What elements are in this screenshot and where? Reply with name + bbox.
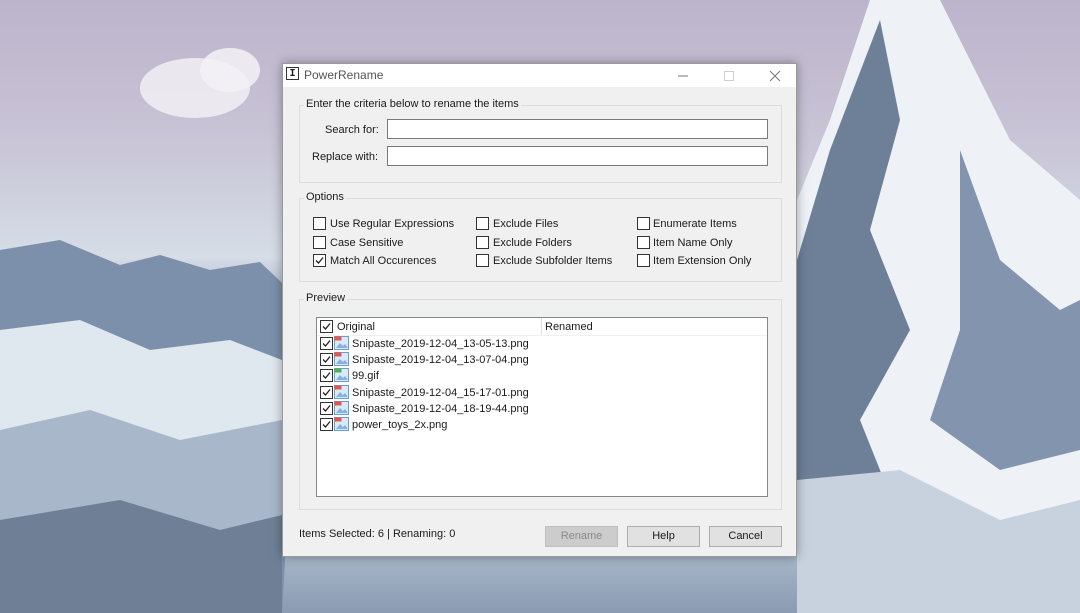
case-sensitive-label: Case Sensitive <box>330 237 404 249</box>
file-name: Snipaste_2019-12-04_18-19-44.png <box>352 403 529 415</box>
file-checkbox[interactable] <box>320 337 333 350</box>
minimize-icon <box>678 75 688 77</box>
file-name: power_toys_2x.png <box>352 419 448 431</box>
enumerate-items-checkbox[interactable] <box>637 217 650 230</box>
image-file-icon <box>334 336 349 350</box>
column-separator <box>541 318 542 335</box>
file-name: 99.gif <box>352 370 379 382</box>
status-text: Items Selected: 6 | Renaming: 0 <box>299 528 456 540</box>
file-checkbox[interactable] <box>320 369 333 382</box>
window-title: PowerRename <box>304 68 384 82</box>
file-name: Snipaste_2019-12-04_15-17-01.png <box>352 387 529 399</box>
close-icon <box>769 70 781 82</box>
maximize-button[interactable] <box>706 64 752 87</box>
item-name-only-label: Item Name Only <box>653 237 733 249</box>
file-name: Snipaste_2019-12-04_13-05-13.png <box>352 338 529 350</box>
file-checkbox[interactable] <box>320 386 333 399</box>
powerrename-window: I PowerRename Enter the criteria below t… <box>282 63 797 557</box>
column-header-original[interactable]: Original <box>337 321 375 333</box>
checkmark-icon <box>322 405 331 412</box>
maximize-icon <box>724 71 734 81</box>
replace-label: Replace with: <box>312 151 379 163</box>
close-button[interactable] <box>752 64 798 87</box>
item-name-only-checkbox[interactable] <box>637 236 650 249</box>
preview-group-label: Preview <box>304 292 348 304</box>
file-checkbox[interactable] <box>320 353 333 366</box>
match-all-label: Match All Occurences <box>330 255 437 267</box>
exclude-folders-checkbox[interactable] <box>476 236 489 249</box>
checkmark-icon <box>322 323 331 330</box>
app-icon: I <box>286 67 299 80</box>
image-file-icon <box>334 417 349 431</box>
criteria-group: Enter the criteria below to rename the i… <box>299 98 782 183</box>
preview-list[interactable]: Original Renamed Snipaste_2019-12-04_13-… <box>316 317 768 497</box>
options-group: Options Use Regular Expressions Case Sen… <box>299 191 782 282</box>
image-file-icon <box>334 401 349 415</box>
exclude-subfolder-label: Exclude Subfolder Items <box>493 255 613 267</box>
image-file-icon <box>334 385 349 399</box>
match-all-checkbox[interactable] <box>313 254 326 267</box>
cancel-button[interactable]: Cancel <box>709 526 782 547</box>
gif-file-icon <box>334 368 349 382</box>
checkmark-icon <box>322 421 331 428</box>
file-name: Snipaste_2019-12-04_13-07-04.png <box>352 354 529 366</box>
enumerate-items-label: Enumerate Items <box>653 218 737 230</box>
title-bar[interactable]: I PowerRename <box>283 64 796 87</box>
use-regex-label: Use Regular Expressions <box>330 218 455 230</box>
image-file-icon <box>334 352 349 366</box>
item-extension-only-label: Item Extension Only <box>653 255 752 267</box>
case-sensitive-checkbox[interactable] <box>313 236 326 249</box>
select-all-checkbox[interactable] <box>320 320 333 333</box>
help-button[interactable]: Help <box>627 526 700 547</box>
checkmark-icon <box>322 340 331 347</box>
search-input[interactable] <box>387 119 768 139</box>
exclude-folders-label: Exclude Folders <box>493 237 572 249</box>
use-regex-checkbox[interactable] <box>313 217 326 230</box>
replace-input[interactable] <box>387 146 768 166</box>
file-checkbox[interactable] <box>320 402 333 415</box>
checkmark-icon <box>315 257 324 264</box>
item-extension-only-checkbox[interactable] <box>637 254 650 267</box>
search-label: Search for: <box>325 124 379 136</box>
criteria-group-label: Enter the criteria below to rename the i… <box>304 98 521 110</box>
exclude-files-label: Exclude Files <box>493 218 559 230</box>
checkmark-icon <box>322 389 331 396</box>
checkmark-icon <box>322 356 331 363</box>
exclude-files-checkbox[interactable] <box>476 217 489 230</box>
exclude-subfolder-checkbox[interactable] <box>476 254 489 267</box>
file-checkbox[interactable] <box>320 418 333 431</box>
options-group-label: Options <box>304 191 346 203</box>
rename-button[interactable]: Rename <box>545 526 618 547</box>
minimize-button[interactable] <box>660 64 706 87</box>
header-divider <box>317 335 767 336</box>
column-header-renamed[interactable]: Renamed <box>545 321 593 333</box>
checkmark-icon <box>322 372 331 379</box>
